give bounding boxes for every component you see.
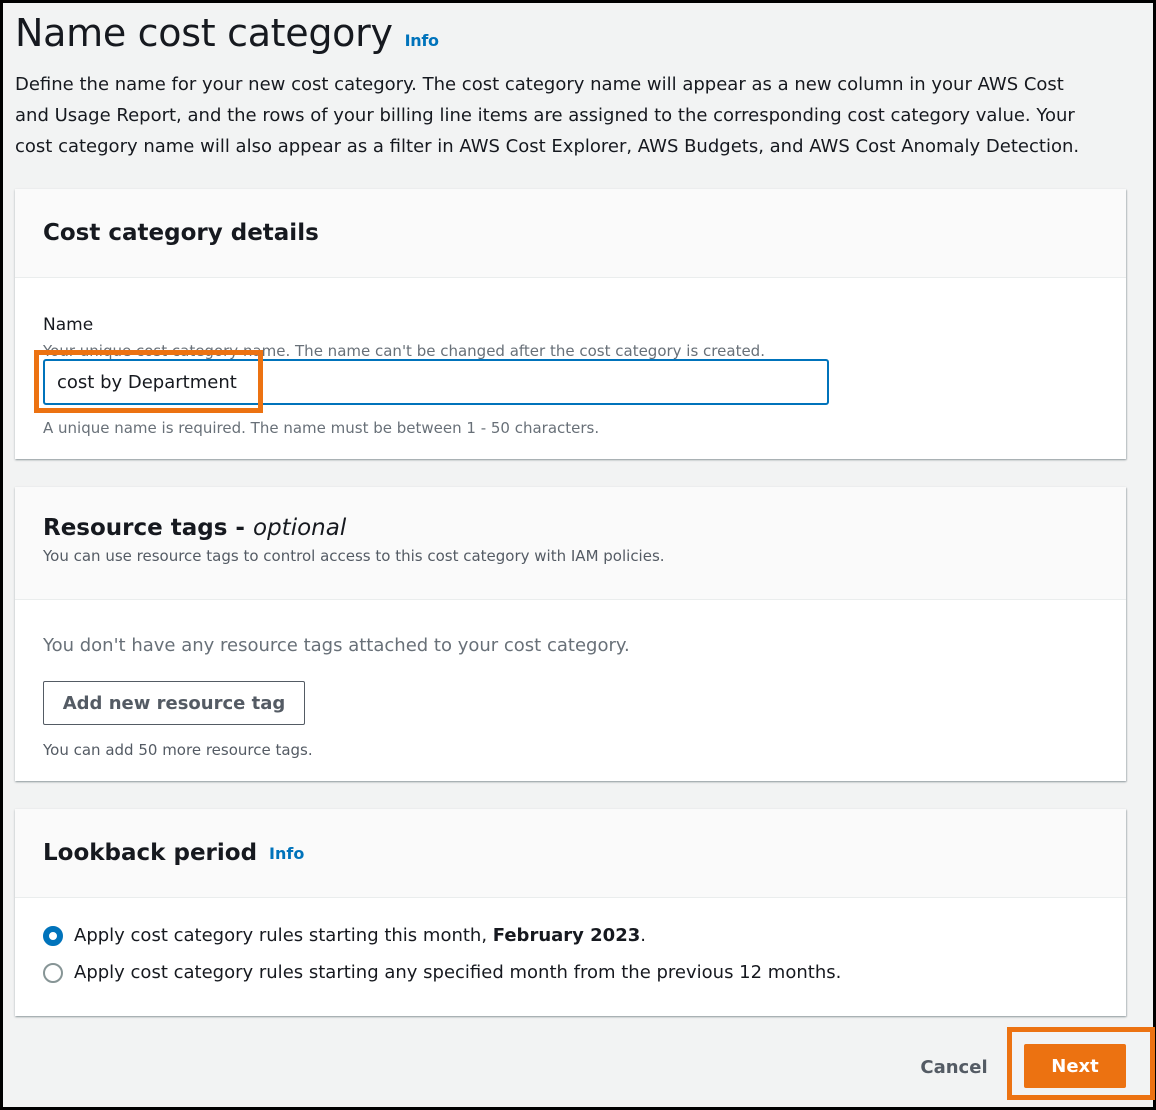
panel-title-text: Resource tags - [43,515,253,541]
next-button[interactable]: Next [1024,1044,1126,1088]
add-resource-tag-button[interactable]: Add new resource tag [43,681,305,725]
name-field-description: Your unique cost category name. The name… [43,342,765,360]
tag-limit-text: You can add 50 more resource tags. [43,741,313,759]
lookback-option-current-month[interactable]: Apply cost category rules starting this … [43,925,646,946]
lookback-option-previous-months[interactable]: Apply cost category rules starting any s… [43,962,841,983]
panel-title: Cost category details [43,220,319,246]
name-field-label: Name [43,315,94,335]
cost-category-name-input[interactable] [43,359,829,405]
empty-tags-message: You don't have any resource tags attache… [43,635,630,656]
resource-tags-panel: Resource tags - optional You can use res… [15,487,1126,781]
page-description: Define the name for your new cost catego… [15,74,1080,157]
cancel-button[interactable]: Cancel [909,1049,999,1085]
page-frame: Name cost category Info Define the name … [0,0,1156,1110]
panel-header: Cost category details [15,189,1126,278]
lookback-info-link[interactable]: Info [269,844,304,863]
optional-tag: optional [253,515,347,541]
panel-header: Lookback period Info [15,809,1126,898]
page-title-row: Name cost category Info [15,11,439,55]
radio-button[interactable] [43,962,63,983]
panel-header: Resource tags - optional You can use res… [15,487,1126,600]
panel-subtitle: You can use resource tags to control acc… [43,547,665,565]
option-text: Apply cost category rules starting this … [74,925,646,946]
name-field-hint: A unique name is required. The name must… [43,419,600,437]
cost-category-details-panel: Cost category details Name Your unique c… [15,189,1126,459]
radio-button-selected[interactable] [43,925,63,946]
panel-title: Resource tags - optional [43,515,1098,541]
panel-title: Lookback period [43,840,258,866]
page-info-link[interactable]: Info [405,31,439,50]
lookback-period-panel: Lookback period Info Apply cost category… [15,809,1126,1016]
page-title: Name cost category [15,11,393,55]
option-text: Apply cost category rules starting any s… [74,962,842,983]
